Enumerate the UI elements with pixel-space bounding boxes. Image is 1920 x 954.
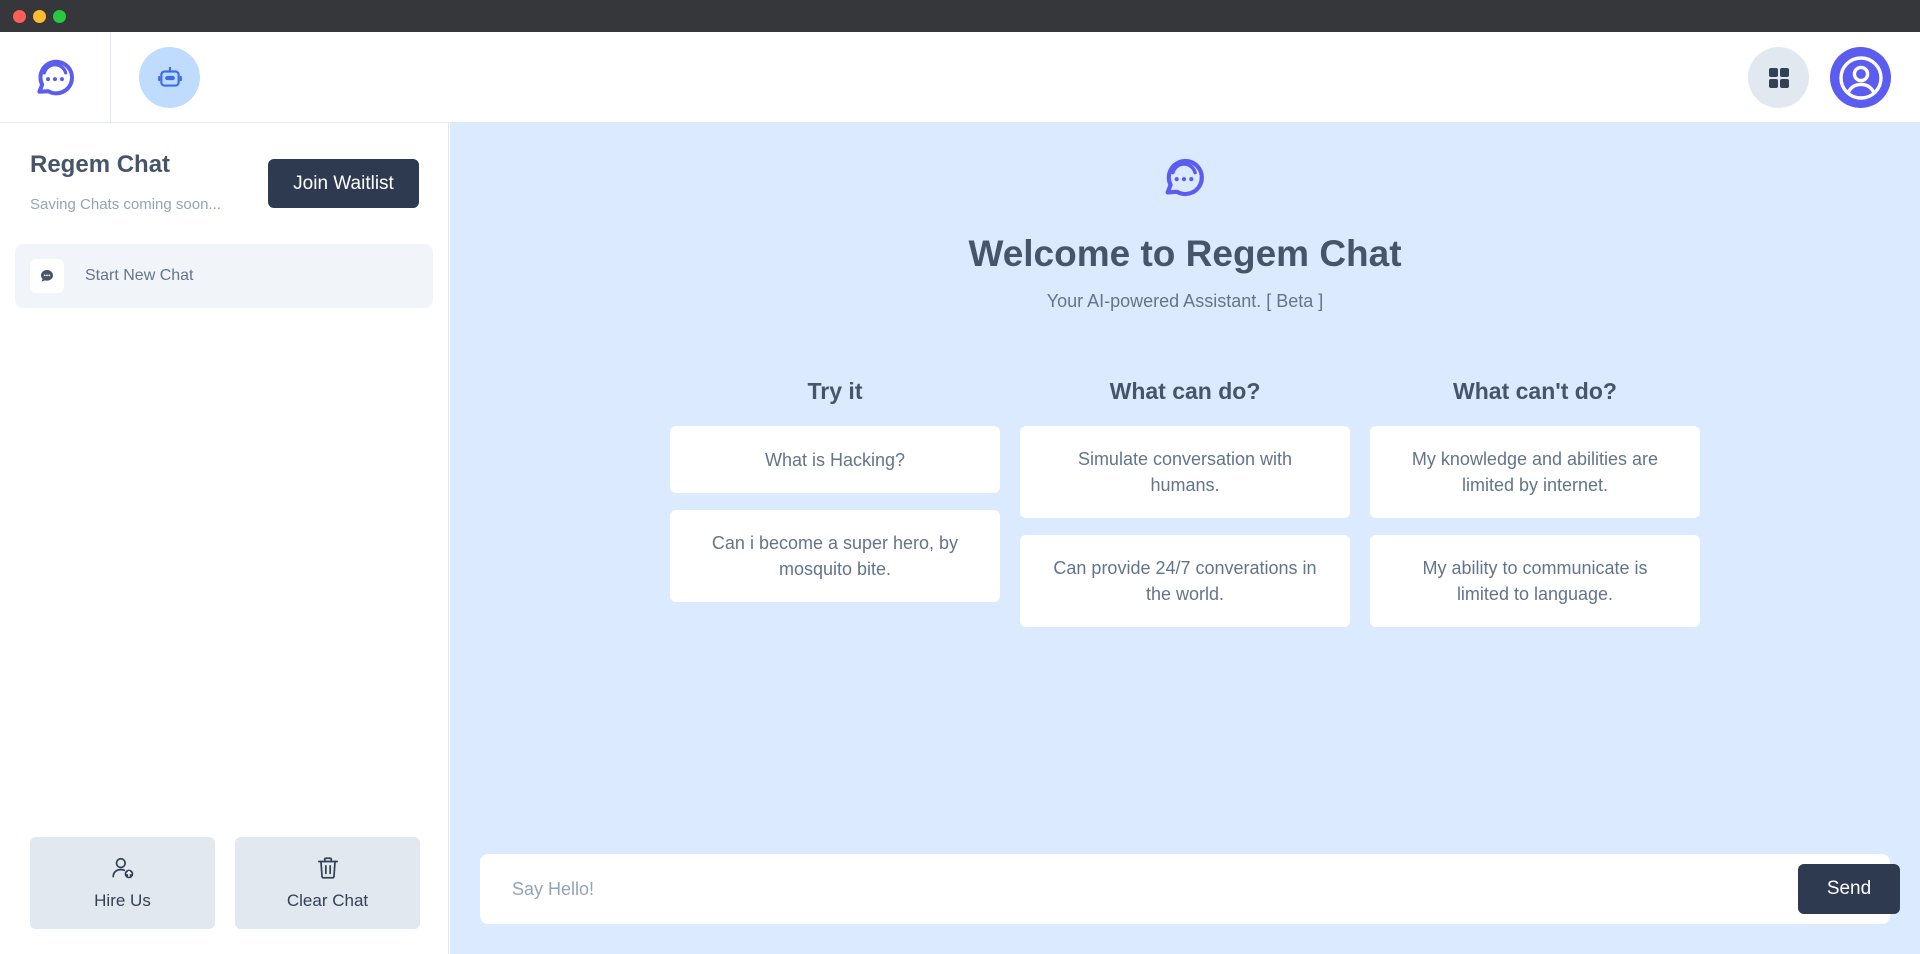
capabilities-heading: What can do?: [1109, 378, 1261, 404]
app-logo[interactable]: [0, 32, 111, 123]
robot-icon: [157, 66, 182, 87]
hire-us-label: Hire Us: [94, 891, 151, 910]
chat-bubble-icon: [41, 270, 53, 282]
minimize-window-button[interactable]: [33, 10, 46, 23]
maximize-window-button[interactable]: [53, 10, 66, 23]
welcome-tagline: Your AI-powered Assistant. [ Beta ]: [1046, 291, 1324, 311]
try-it-column: Try it What is Hacking? Can i become a s…: [670, 378, 1000, 602]
chat-main-panel: Welcome to Regem Chat Your AI-powered As…: [450, 123, 1920, 954]
chat-bubble-logo-icon: [37, 59, 75, 95]
example-prompt-card[interactable]: What is Hacking?: [670, 426, 1000, 493]
message-input[interactable]: [512, 866, 1752, 912]
start-new-chat-label: Start New Chat: [85, 267, 194, 284]
sidebar-subtitle: Saving Chats coming soon...: [30, 196, 221, 213]
capability-card: Can provide 24/7 converations in the wor…: [1020, 535, 1350, 627]
user-add-icon: [111, 857, 133, 879]
limitation-card: My ability to communicate is limited to …: [1370, 535, 1700, 627]
sidebar: Regem Chat Saving Chats coming soon... J…: [0, 123, 449, 954]
user-circle-icon: [1838, 55, 1883, 100]
close-window-button[interactable]: [13, 10, 26, 23]
top-bar: [0, 32, 1920, 123]
welcome-logo: [1161, 155, 1207, 206]
try-it-heading: Try it: [807, 378, 863, 404]
join-waitlist-button[interactable]: Join Waitlist: [268, 159, 419, 208]
trash-icon: [317, 857, 338, 879]
welcome-title: Welcome to Regem Chat: [968, 233, 1402, 274]
clear-chat-label: Clear Chat: [286, 891, 369, 910]
clear-chat-button[interactable]: Clear Chat: [235, 837, 420, 929]
limitation-card: My knowledge and abilities are limited b…: [1370, 426, 1700, 518]
new-chat-icon-badge: [30, 259, 64, 293]
capability-card: Simulate conversation with humans.: [1020, 426, 1350, 518]
chat-bubble-logo-icon: [1165, 158, 1204, 197]
apps-menu-button[interactable]: [1748, 47, 1809, 108]
window-titlebar: [0, 0, 1920, 32]
example-prompt-card[interactable]: Can i become a super hero, by mosquito b…: [670, 510, 1000, 602]
profile-button[interactable]: [1830, 47, 1891, 108]
limitations-heading: What can't do?: [1453, 378, 1617, 404]
assistant-bot-button[interactable]: [139, 47, 200, 108]
capabilities-column: What can do? Simulate conversation with …: [1020, 378, 1350, 627]
message-composer: Send: [480, 854, 1900, 924]
send-button[interactable]: Send: [1798, 864, 1900, 914]
grid-icon: [1768, 67, 1789, 88]
start-new-chat-button[interactable]: Start New Chat: [15, 244, 433, 308]
hire-us-button[interactable]: Hire Us: [30, 837, 215, 929]
sidebar-title: Regem Chat: [30, 151, 171, 178]
limitations-column: What can't do? My knowledge and abilitie…: [1370, 378, 1700, 627]
